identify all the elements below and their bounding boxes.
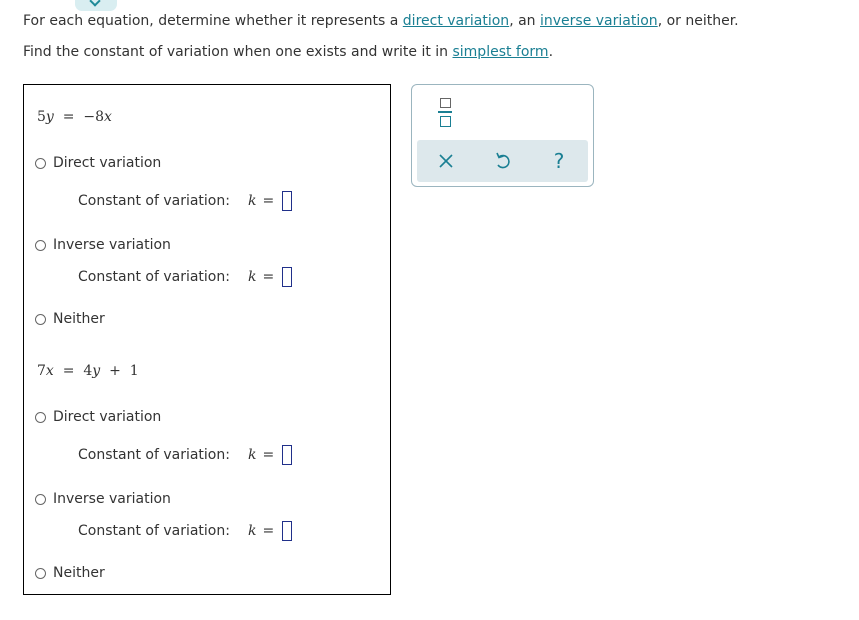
problem-1-panel: 5y = −8x Direct variation Constant of va…: [23, 84, 391, 341]
inverse-variation-option[interactable]: Inverse variation: [35, 491, 171, 507]
math-toolbar: ?: [411, 84, 594, 187]
undo-button[interactable]: [483, 140, 523, 182]
instruction-text: For each equation, determine whether it …: [23, 13, 403, 29]
constant-label: Constant of variation:: [78, 523, 230, 539]
constant-label: Constant of variation:: [78, 193, 230, 209]
direct-variation-link[interactable]: direct variation: [403, 13, 509, 29]
direct-constant-input[interactable]: [282, 445, 293, 465]
problem-2-panel: 7x = 4y + 1 Direct variation Constant of…: [23, 339, 391, 595]
inverse-constant-input[interactable]: [282, 267, 293, 287]
option-label: Neither: [53, 311, 105, 327]
equation-2: 7x = 4y + 1: [37, 363, 139, 379]
option-label: Inverse variation: [53, 237, 171, 253]
clear-button[interactable]: [426, 140, 466, 182]
option-label: Inverse variation: [53, 491, 171, 507]
fraction-icon[interactable]: [438, 98, 452, 128]
radio-button[interactable]: [35, 411, 46, 423]
inverse-constant-row: Constant of variation: k =: [78, 521, 293, 541]
constant-label: Constant of variation:: [78, 269, 230, 285]
radio-button[interactable]: [35, 239, 46, 251]
instruction-text: , or neither.: [657, 13, 739, 29]
fraction-denominator-box: [440, 116, 451, 127]
instruction-line-2: Find the constant of variation when one …: [23, 44, 553, 60]
clear-icon: [439, 154, 453, 168]
option-label: Direct variation: [53, 409, 162, 425]
direct-constant-row: Constant of variation: k =: [78, 191, 293, 211]
instruction-text: Find the constant of variation when one …: [23, 44, 453, 60]
fraction-numerator-box: [440, 98, 451, 108]
chevron-down-icon: [89, 0, 101, 7]
equals-sign: =: [262, 447, 275, 463]
k-variable: k: [247, 193, 257, 209]
instruction-line-1: For each equation, determine whether it …: [23, 13, 739, 29]
equation-1: 5y = −8x: [37, 109, 112, 125]
option-label: Neither: [53, 565, 105, 581]
instruction-text: .: [548, 44, 554, 60]
collapse-tab[interactable]: [75, 0, 117, 11]
inverse-variation-option[interactable]: Inverse variation: [35, 237, 171, 253]
neither-option[interactable]: Neither: [35, 311, 105, 327]
inverse-constant-row: Constant of variation: k =: [78, 267, 293, 287]
direct-constant-row: Constant of variation: k =: [78, 445, 293, 465]
direct-variation-option[interactable]: Direct variation: [35, 155, 161, 171]
simplest-form-link[interactable]: simplest form: [452, 44, 548, 60]
direct-variation-option[interactable]: Direct variation: [35, 409, 161, 425]
equals-sign: =: [262, 269, 275, 285]
k-variable: k: [247, 523, 257, 539]
radio-button[interactable]: [35, 157, 46, 169]
undo-icon: [496, 152, 510, 169]
help-icon: ?: [553, 149, 565, 173]
radio-button[interactable]: [35, 313, 46, 325]
direct-constant-input[interactable]: [282, 191, 293, 211]
equals-sign: =: [262, 193, 275, 209]
k-variable: k: [247, 269, 257, 285]
option-label: Direct variation: [53, 155, 162, 171]
fraction-bar: [438, 111, 452, 113]
constant-label: Constant of variation:: [78, 447, 230, 463]
radio-button[interactable]: [35, 493, 46, 505]
instruction-text: , an: [509, 13, 540, 29]
k-variable: k: [247, 447, 257, 463]
radio-button[interactable]: [35, 567, 46, 579]
inverse-constant-input[interactable]: [282, 521, 293, 541]
help-button[interactable]: ?: [539, 140, 579, 182]
inverse-variation-link[interactable]: inverse variation: [540, 13, 658, 29]
tool-strip: ?: [417, 140, 588, 182]
equals-sign: =: [262, 523, 275, 539]
neither-option[interactable]: Neither: [35, 565, 105, 581]
